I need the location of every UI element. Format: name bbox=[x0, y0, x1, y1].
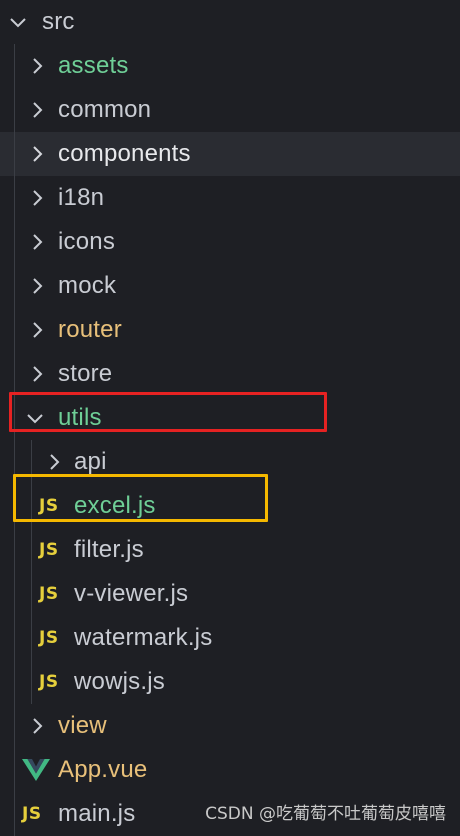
indent-guide bbox=[14, 572, 15, 616]
indent-guide bbox=[14, 308, 15, 352]
tree-item-label: src bbox=[42, 8, 75, 35]
tree-item-components[interactable]: components bbox=[0, 132, 460, 176]
tree-item-router[interactable]: router bbox=[0, 308, 460, 352]
indent-guide bbox=[14, 352, 15, 396]
tree-item-assets[interactable]: assets bbox=[0, 44, 460, 88]
chevron-right-icon bbox=[27, 716, 47, 736]
js-file-icon: JS bbox=[39, 672, 59, 692]
tree-item-label: main.js bbox=[58, 800, 136, 827]
indent-guide bbox=[14, 176, 15, 220]
tree-item-label: assets bbox=[58, 52, 129, 79]
tree-item-label: store bbox=[58, 360, 113, 387]
js-file-icon: JS bbox=[39, 540, 59, 560]
tree-item-wowjs-js[interactable]: JS wowjs.js bbox=[0, 660, 460, 704]
tree-item-label: router bbox=[58, 316, 122, 343]
tree-item-label: icons bbox=[58, 228, 116, 255]
chevron-right-icon bbox=[27, 320, 47, 340]
indent-guide bbox=[31, 660, 32, 704]
chevron-right-icon bbox=[44, 452, 64, 472]
tree-item-label: i18n bbox=[58, 184, 105, 211]
tree-item-v-viewer-js[interactable]: JS v-viewer.js bbox=[0, 572, 460, 616]
indent-guide bbox=[14, 704, 15, 748]
tree-item-label: App.vue bbox=[58, 756, 148, 783]
indent-guide bbox=[31, 572, 32, 616]
tree-item-label: wowjs.js bbox=[74, 668, 165, 695]
tree-item-label: filter.js bbox=[74, 536, 144, 563]
red-highlight-box bbox=[9, 392, 327, 432]
csdn-watermark: CSDN @吃葡萄不吐葡萄皮嘻嘻 bbox=[205, 804, 446, 824]
chevron-right-icon bbox=[27, 364, 47, 384]
indent-guide bbox=[14, 528, 15, 572]
chevron-right-icon bbox=[27, 100, 47, 120]
tree-item-store[interactable]: store bbox=[0, 352, 460, 396]
chevron-right-icon bbox=[27, 188, 47, 208]
indent-guide bbox=[14, 616, 15, 660]
tree-item-watermark-js[interactable]: JS watermark.js bbox=[0, 616, 460, 660]
yellow-highlight-box bbox=[13, 474, 268, 522]
indent-guide bbox=[14, 44, 15, 88]
js-file-icon: JS bbox=[39, 628, 59, 648]
chevron-right-icon bbox=[27, 276, 47, 296]
indent-guide bbox=[14, 660, 15, 704]
chevron-right-icon bbox=[27, 232, 47, 252]
indent-guide bbox=[31, 616, 32, 660]
indent-guide bbox=[14, 264, 15, 308]
tree-item-icons[interactable]: icons bbox=[0, 220, 460, 264]
indent-guide bbox=[14, 792, 15, 836]
tree-item-common[interactable]: common bbox=[0, 88, 460, 132]
vue-file-icon bbox=[22, 759, 50, 781]
tree-item-view[interactable]: view bbox=[0, 704, 460, 748]
tree-item-label: v-viewer.js bbox=[74, 580, 189, 607]
chevron-right-icon bbox=[27, 144, 47, 164]
tree-item-src[interactable]: src bbox=[0, 0, 460, 44]
indent-guide bbox=[14, 88, 15, 132]
tree-item-label: view bbox=[58, 712, 107, 739]
tree-item-i18n[interactable]: i18n bbox=[0, 176, 460, 220]
tree-item-label: mock bbox=[58, 272, 117, 299]
tree-item-filter-js[interactable]: JS filter.js bbox=[0, 528, 460, 572]
tree-item-label: components bbox=[58, 140, 191, 167]
chevron-down-icon bbox=[8, 12, 28, 32]
indent-guide bbox=[14, 132, 15, 176]
tree-item-app-vue[interactable]: App.vue bbox=[0, 748, 460, 792]
tree-item-label: watermark.js bbox=[74, 624, 213, 651]
js-file-icon: JS bbox=[39, 584, 59, 604]
indent-guide bbox=[14, 748, 15, 792]
indent-guide bbox=[31, 528, 32, 572]
indent-guide bbox=[14, 220, 15, 264]
chevron-right-icon bbox=[27, 56, 47, 76]
tree-item-mock[interactable]: mock bbox=[0, 264, 460, 308]
tree-item-label: common bbox=[58, 96, 152, 123]
js-file-icon: JS bbox=[22, 804, 42, 824]
